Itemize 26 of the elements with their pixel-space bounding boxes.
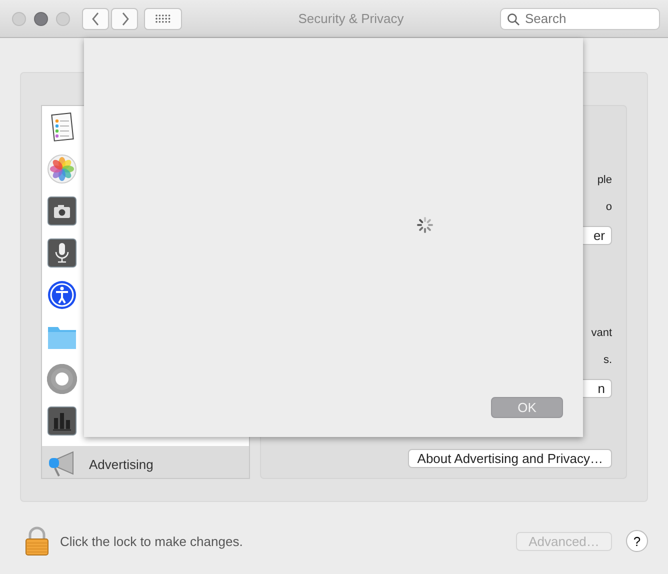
camera-icon	[47, 196, 77, 226]
show-all-button[interactable]	[144, 8, 182, 30]
microphone-icon	[47, 238, 77, 268]
lock-hint: Click the lock to make changes.	[60, 534, 243, 548]
minimize-button[interactable]	[34, 12, 48, 26]
chevron-left-icon	[90, 12, 100, 26]
window-title: Security & Privacy	[297, 11, 405, 26]
chevron-right-icon	[120, 12, 130, 26]
flower-icon	[47, 154, 77, 184]
about-button[interactable]: About Advertising and Privacy…	[408, 449, 612, 468]
sidebar-item[interactable]: Advertising	[42, 446, 249, 478]
back-button[interactable]	[82, 8, 109, 30]
accessibility-icon	[47, 280, 77, 310]
description-text: o	[606, 200, 612, 215]
search-icon	[507, 12, 520, 26]
folder-icon	[47, 324, 77, 350]
help-button[interactable]: ?	[626, 530, 648, 552]
description-text: vant	[591, 326, 612, 341]
sidebar-label: Advertising	[89, 456, 154, 472]
grid-icon	[155, 14, 171, 24]
description-text: s.	[603, 353, 612, 368]
search-field[interactable]: Search	[500, 8, 660, 30]
bar-chart-icon	[47, 406, 77, 436]
forward-button[interactable]	[111, 8, 138, 30]
description-text: ple	[597, 173, 612, 188]
lock-icon[interactable]	[24, 526, 50, 556]
